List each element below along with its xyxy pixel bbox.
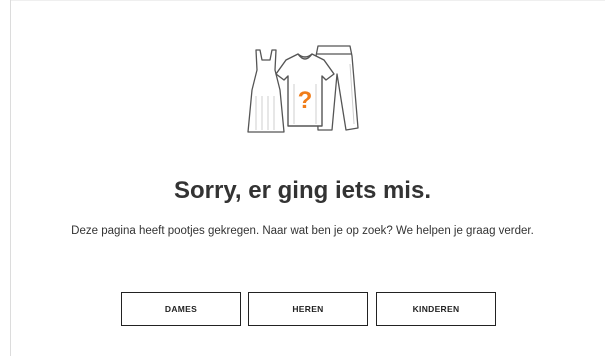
page-title: Sorry, er ging iets mis. bbox=[174, 177, 431, 204]
error-message: Deze pagina heeft pootjes gekregen. Naar… bbox=[71, 225, 534, 237]
heren-button[interactable]: HEREN bbox=[248, 292, 368, 326]
missing-clothes-icon: ? bbox=[247, 45, 359, 133]
question-mark-icon: ? bbox=[298, 87, 313, 114]
error-page: ? Sorry, er ging iets mis. Deze pagina h… bbox=[0, 0, 605, 356]
category-buttons: DAMES HEREN KINDEREN bbox=[0, 292, 605, 326]
frame-top-edge bbox=[10, 0, 605, 1]
dress-icon bbox=[247, 49, 285, 133]
dames-button[interactable]: DAMES bbox=[121, 292, 241, 326]
kinderen-button[interactable]: KINDEREN bbox=[376, 292, 496, 326]
